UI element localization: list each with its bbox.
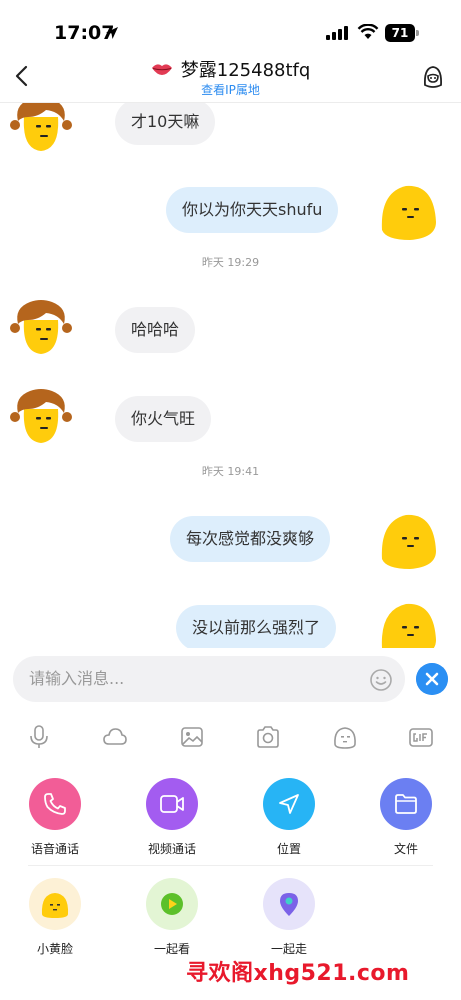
video-call-circle	[146, 778, 198, 830]
input-toolbar	[0, 716, 461, 756]
contact-name: 梦露125488tfq	[180, 60, 311, 81]
location-circle	[263, 778, 315, 830]
contact-avatar[interactable]	[10, 103, 72, 155]
microphone-icon[interactable]	[26, 724, 52, 750]
walk-together-circle	[263, 878, 315, 930]
status-bar: 17:07 71	[0, 0, 461, 50]
close-panel-button[interactable]	[416, 663, 448, 695]
yellow-face-icon	[41, 893, 69, 918]
message-bubble-outgoing[interactable]: 没以前那么强烈了	[176, 605, 337, 648]
timestamp: 昨天 19:41	[201, 465, 260, 478]
walk-together-button[interactable]: 一起走	[239, 878, 339, 957]
contact-avatar[interactable]	[10, 385, 72, 447]
location-label: 位置	[276, 842, 301, 856]
image-icon[interactable]	[179, 724, 205, 750]
cloud-icon[interactable]	[102, 724, 128, 750]
yellow-face-label: 小黄脸	[36, 942, 73, 956]
voice-call-button[interactable]: 语音通话	[5, 778, 105, 857]
phone-icon	[44, 793, 66, 815]
wifi-icon	[357, 24, 379, 39]
message-list[interactable]: 才10天嘛 你以为你天天shufu 昨天 19:29 哈哈哈 你火气旺 昨天 1…	[0, 103, 461, 648]
location-services-icon	[106, 27, 118, 39]
message-bubble-incoming[interactable]: 才10天嘛	[115, 103, 216, 145]
my-avatar[interactable]	[378, 182, 440, 244]
my-avatar[interactable]	[378, 600, 440, 648]
gif-icon[interactable]	[408, 724, 434, 750]
lips-icon	[151, 64, 172, 75]
composer: 请输入消息...	[0, 652, 461, 708]
message-input-placeholder: 请输入消息...	[29, 669, 125, 688]
message-bubble-incoming[interactable]: 你火气旺	[115, 396, 212, 442]
battery-cap	[416, 30, 419, 36]
watch-together-button[interactable]: 一起看	[122, 878, 222, 957]
timestamp: 昨天 19:29	[201, 256, 260, 269]
sticker-icon[interactable]	[332, 724, 358, 750]
voice-call-circle	[29, 778, 81, 830]
message-bubble-outgoing[interactable]: 你以为你天天shufu	[166, 187, 339, 233]
emoji-icon[interactable]	[369, 668, 393, 692]
signal-icon	[326, 26, 348, 40]
panel-divider	[28, 865, 433, 866]
folder-icon	[395, 794, 417, 814]
video-call-button[interactable]: 视频通话	[122, 778, 222, 857]
play-icon	[161, 893, 183, 915]
user-profile-icon[interactable]	[421, 64, 445, 90]
file-label: 文件	[393, 842, 418, 856]
video-call-label: 视频通话	[147, 842, 196, 856]
message-bubble-incoming[interactable]: 哈哈哈	[115, 307, 196, 353]
watch-together-circle	[146, 878, 198, 930]
location-button[interactable]: 位置	[239, 778, 339, 857]
contact-avatar[interactable]	[10, 296, 72, 358]
message-input[interactable]: 请输入消息...	[13, 656, 405, 702]
map-pin-icon	[280, 893, 298, 916]
message-bubble-outgoing[interactable]: 每次感觉都没爽够	[170, 516, 331, 562]
yellow-face-button[interactable]: 小黄脸	[5, 878, 105, 957]
location-arrow-icon	[279, 794, 299, 814]
file-button[interactable]: 文件	[356, 778, 456, 857]
yellow-face-circle	[29, 878, 81, 930]
video-icon	[160, 795, 184, 813]
chat-header: 梦露125488tfq 查看IP属地	[0, 50, 461, 103]
title-wrap: 梦露125488tfq	[0, 56, 461, 82]
camera-icon[interactable]	[255, 724, 281, 750]
view-ip-location-link[interactable]: 查看IP属地	[0, 81, 461, 98]
file-circle	[380, 778, 432, 830]
my-avatar[interactable]	[378, 511, 440, 573]
voice-call-label: 语音通话	[30, 842, 79, 856]
watermark: 寻欢阁xhg521.com	[186, 961, 410, 986]
battery-level: 71	[385, 24, 415, 42]
